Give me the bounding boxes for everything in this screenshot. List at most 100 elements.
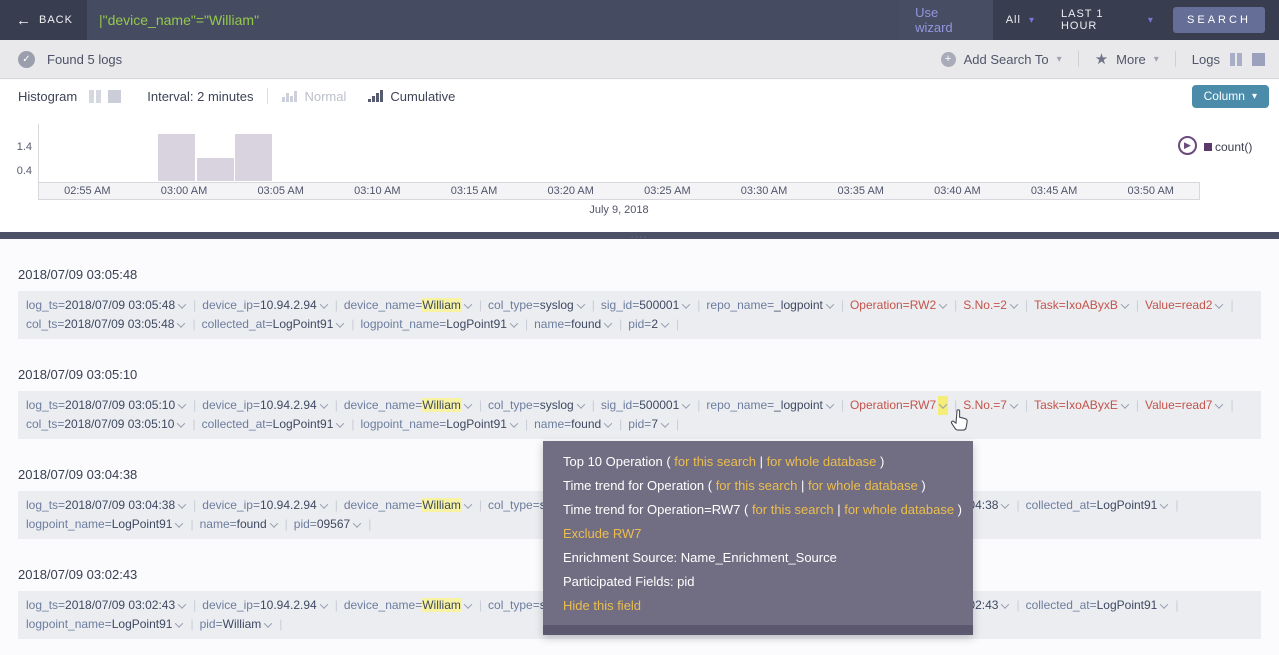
field-chevron-icon[interactable] xyxy=(176,315,186,334)
log-field[interactable]: name=found xyxy=(534,317,613,331)
log-field[interactable]: Value=read2 xyxy=(1145,298,1225,312)
split-view-toggle-icon[interactable] xyxy=(1230,53,1242,66)
field-chevron-icon[interactable] xyxy=(319,396,329,415)
log-field[interactable]: Value=read7 xyxy=(1145,398,1225,412)
field-chevron-icon[interactable] xyxy=(463,396,473,415)
log-field[interactable]: device_ip=10.94.2.94 xyxy=(202,398,328,412)
field-chevron-icon[interactable] xyxy=(177,596,187,615)
log-field[interactable]: device_name=William xyxy=(344,598,473,612)
field-chevron-icon[interactable] xyxy=(1009,296,1019,315)
column-chart-type-dropdown[interactable]: Column ▾ xyxy=(1192,85,1269,108)
field-chevron-icon[interactable] xyxy=(1120,296,1130,315)
field-chevron-icon[interactable] xyxy=(660,315,670,334)
field-chevron-icon[interactable] xyxy=(1120,396,1130,415)
log-field[interactable]: col_type=syslog xyxy=(488,298,586,312)
field-chevron-icon[interactable] xyxy=(176,415,186,434)
menu-link[interactable]: for this search xyxy=(674,454,756,469)
log-field[interactable]: Task=IxoAByxE xyxy=(1034,398,1130,412)
log-field[interactable]: pid=09567 xyxy=(294,517,362,531)
field-chevron-icon[interactable] xyxy=(681,396,691,415)
log-field[interactable]: col_type=syslog xyxy=(488,398,586,412)
cumulative-mode-button[interactable]: Cumulative xyxy=(368,89,455,104)
log-field[interactable]: log_ts=2018/07/09 03:02:43 xyxy=(26,598,187,612)
field-chevron-icon[interactable] xyxy=(335,415,345,434)
field-chevron-icon[interactable] xyxy=(269,515,279,534)
field-chevron-icon[interactable] xyxy=(825,396,835,415)
field-chevron-icon[interactable] xyxy=(174,615,184,634)
menu-link[interactable]: for this search xyxy=(752,502,834,517)
log-field[interactable]: repo_name=_logpoint xyxy=(706,298,834,312)
back-button[interactable]: ← BACK xyxy=(0,0,87,40)
field-chevron-icon[interactable] xyxy=(1214,296,1224,315)
full-chart-toggle-icon[interactable] xyxy=(108,90,121,103)
field-chevron-icon[interactable] xyxy=(177,396,187,415)
log-field[interactable]: S.No.=2 xyxy=(963,298,1019,312)
field-chevron-icon[interactable] xyxy=(576,296,586,315)
log-field[interactable]: repo_name=_logpoint xyxy=(706,398,834,412)
field-chevron-icon[interactable] xyxy=(1009,396,1019,415)
field-chevron-icon[interactable] xyxy=(177,296,187,315)
field-chevron-icon[interactable] xyxy=(660,415,670,434)
log-field[interactable]: sig_id=500001 xyxy=(601,398,691,412)
menu-link[interactable]: for whole database xyxy=(767,454,877,469)
x-axis-strip[interactable]: 02:55 AM03:00 AM03:05 AM03:10 AM03:15 AM… xyxy=(38,182,1200,200)
log-field[interactable]: pid=7 xyxy=(628,417,670,431)
log-field[interactable]: name=found xyxy=(534,417,613,431)
log-field[interactable]: device_ip=10.94.2.94 xyxy=(202,298,328,312)
time-range-dropdown[interactable]: LAST 1 HOUR ▾ xyxy=(1048,0,1167,40)
full-view-toggle-icon[interactable] xyxy=(1252,53,1265,66)
field-chevron-icon[interactable] xyxy=(319,596,329,615)
field-chevron-icon[interactable] xyxy=(174,515,184,534)
log-field[interactable]: collected_at=LogPoint91 xyxy=(1026,498,1170,512)
field-chevron-icon[interactable] xyxy=(1000,496,1010,515)
context-menu-action[interactable]: Hide this field xyxy=(563,594,973,618)
field-chevron-icon[interactable] xyxy=(681,296,691,315)
menu-link[interactable]: for whole database xyxy=(808,478,918,493)
field-chevron-icon[interactable] xyxy=(463,596,473,615)
field-chevron-icon[interactable] xyxy=(1159,596,1169,615)
field-chevron-icon[interactable] xyxy=(1159,496,1169,515)
log-field[interactable]: col_ts=2018/07/09 03:05:48 xyxy=(26,317,186,331)
log-field[interactable]: sig_id=500001 xyxy=(601,298,691,312)
menu-link[interactable]: for this search xyxy=(716,478,798,493)
log-field[interactable]: col_ts=2018/07/09 03:05:10 xyxy=(26,417,186,431)
field-chevron-icon[interactable] xyxy=(177,496,187,515)
add-search-to-dropdown[interactable]: + Add Search To ▾ xyxy=(941,52,1062,67)
field-chevron-icon[interactable] xyxy=(319,296,329,315)
log-field[interactable]: pid=2 xyxy=(628,317,670,331)
split-chart-toggle-icon[interactable] xyxy=(89,90,101,103)
field-chevron-icon[interactable] xyxy=(352,515,362,534)
log-field[interactable]: Operation=RW2 xyxy=(850,298,948,312)
field-chevron-icon[interactable] xyxy=(463,296,473,315)
log-field[interactable]: device_ip=10.94.2.94 xyxy=(202,498,328,512)
log-field[interactable]: device_ip=10.94.2.94 xyxy=(202,598,328,612)
log-field[interactable]: Task=IxoAByxB xyxy=(1034,298,1130,312)
field-chevron-icon[interactable] xyxy=(335,315,345,334)
log-field[interactable]: device_name=William xyxy=(344,498,473,512)
field-chevron-icon[interactable] xyxy=(603,415,613,434)
field-chevron-icon[interactable] xyxy=(263,615,273,634)
field-chevron-icon[interactable] xyxy=(938,296,948,315)
log-field[interactable]: device_name=William xyxy=(344,298,473,312)
log-field[interactable]: device_name=William xyxy=(344,398,473,412)
histogram-bar[interactable] xyxy=(197,158,234,182)
log-field[interactable]: pid=William xyxy=(200,617,274,631)
log-field[interactable]: name=found xyxy=(200,517,279,531)
search-button[interactable]: SEARCH xyxy=(1173,7,1265,33)
use-wizard-link[interactable]: Use wizard xyxy=(899,0,993,40)
field-chevron-icon[interactable] xyxy=(319,496,329,515)
normal-mode-button[interactable]: Normal xyxy=(282,89,346,104)
field-chevron-icon[interactable] xyxy=(509,315,519,334)
search-query-input[interactable]: |"device_name"="William" xyxy=(87,0,899,40)
histogram-bar[interactable] xyxy=(235,134,272,181)
log-field[interactable]: log_ts=2018/07/09 03:04:38 xyxy=(26,498,187,512)
repo-scope-dropdown[interactable]: All ▾ xyxy=(993,0,1048,40)
log-field[interactable]: log_ts=2018/07/09 03:05:48 xyxy=(26,298,187,312)
context-menu-action[interactable]: Exclude RW7 xyxy=(563,522,973,546)
field-chevron-icon[interactable] xyxy=(1000,596,1010,615)
log-field[interactable]: collected_at=LogPoint91 xyxy=(202,417,346,431)
field-chevron-icon[interactable] xyxy=(509,415,519,434)
log-field[interactable]: logpoint_name=LogPoint91 xyxy=(361,317,519,331)
log-field[interactable]: collected_at=LogPoint91 xyxy=(1026,598,1170,612)
log-field[interactable]: logpoint_name=LogPoint91 xyxy=(26,517,184,531)
